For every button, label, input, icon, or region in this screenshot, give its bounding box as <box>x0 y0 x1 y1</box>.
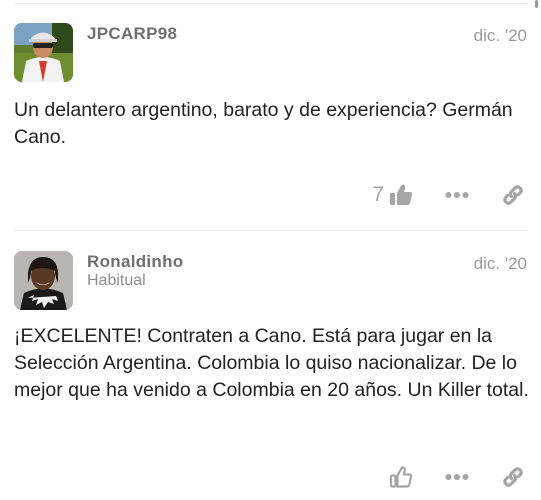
post-body: ¡EXCELENTE! Contraten a Cano. Está para … <box>14 325 529 401</box>
like-count[interactable]: 7 <box>372 183 384 207</box>
share-link-button[interactable] <box>499 180 527 210</box>
post-divider <box>14 230 527 231</box>
post-date[interactable]: dic. '20 <box>474 254 527 274</box>
more-button[interactable] <box>443 462 471 492</box>
post-2: Ronaldinho Habitual dic. '20 ¡EXCELENTE!… <box>0 230 541 500</box>
post-1: JPCARP98 dic. '20 Un delantero argentino… <box>0 0 541 230</box>
more-button[interactable] <box>443 180 471 210</box>
post-actions <box>387 462 527 492</box>
like-button[interactable] <box>387 462 415 492</box>
user-title: Habitual <box>87 272 146 289</box>
avatar[interactable] <box>14 251 73 310</box>
ellipsis-icon <box>445 192 469 198</box>
post-body: Un delantero argentino, barato y de expe… <box>14 99 513 148</box>
username[interactable]: Ronaldinho <box>87 252 183 272</box>
avatar[interactable] <box>14 23 73 82</box>
ellipsis-icon <box>445 474 469 480</box>
like-button[interactable] <box>387 180 415 210</box>
link-icon <box>503 185 523 205</box>
post-date[interactable]: dic. '20 <box>474 26 527 46</box>
share-link-button[interactable] <box>499 462 527 492</box>
link-icon <box>503 467 523 487</box>
post-actions: 7 <box>372 180 527 210</box>
username[interactable]: JPCARP98 <box>87 24 177 44</box>
thumbs-up-outline-icon <box>389 466 413 488</box>
thumbs-up-solid-icon <box>390 184 412 205</box>
